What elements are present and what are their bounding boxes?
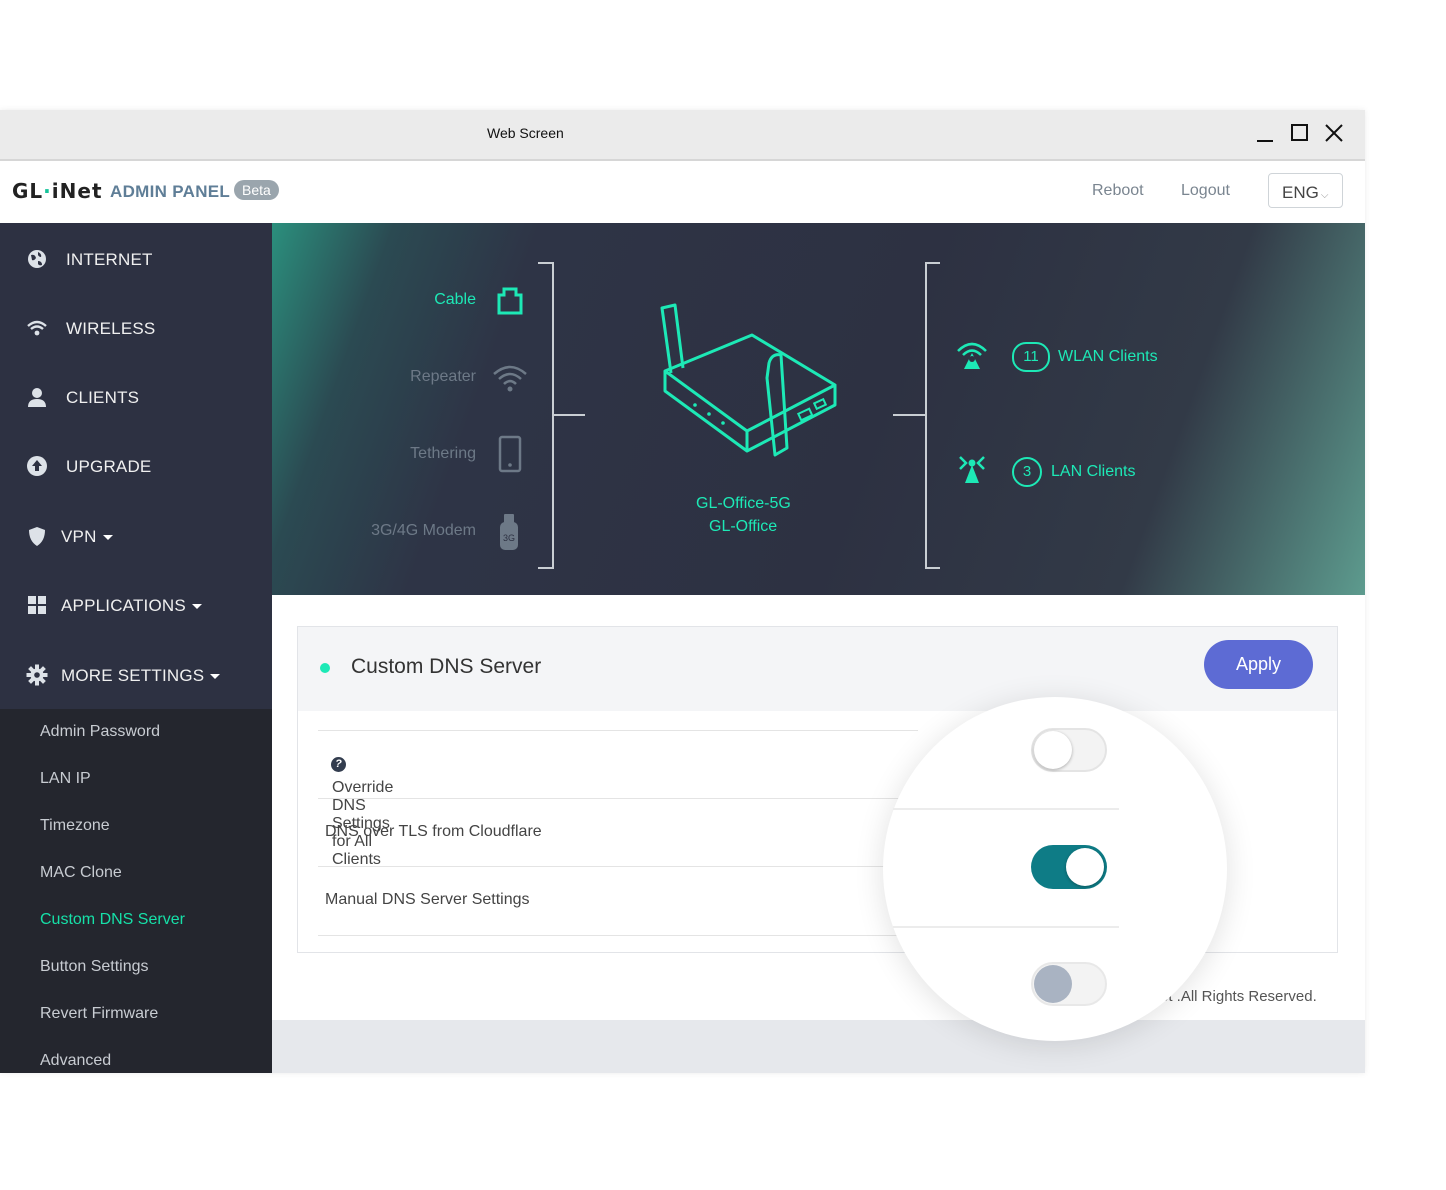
dns-over-tls-label: DNS over TLS from Cloudflare: [325, 823, 542, 840]
manual-dns-label: Manual DNS Server Settings: [325, 891, 530, 908]
wifi-icon[interactable]: [492, 363, 528, 393]
submenu-lan-ip[interactable]: LAN IP: [40, 770, 91, 788]
apply-button[interactable]: Apply: [1204, 640, 1313, 689]
user-icon: [28, 388, 46, 407]
more-settings-submenu: Admin Password LAN IP Timezone MAC Clone…: [0, 709, 272, 1073]
glinet-logo[interactable]: GL·iNet: [12, 179, 103, 203]
window-titlebar: Web Screen: [0, 110, 1365, 161]
sidebar-item-label: VPN: [61, 527, 113, 547]
sidebar-item-label: MORE SETTINGS: [61, 666, 221, 686]
toggle-knob: [1066, 848, 1104, 886]
wifi-icon: [27, 320, 47, 336]
svg-text:3G: 3G: [503, 533, 515, 543]
submenu-advanced[interactable]: Advanced: [40, 1052, 111, 1070]
minimize-icon[interactable]: [1254, 122, 1276, 144]
wlan-count-badge[interactable]: 11: [1012, 342, 1050, 372]
network-status-banner: Cable Repeater Tethering 3G/4G Modem 3G …: [272, 223, 1365, 595]
caret-down-icon: [210, 674, 221, 680]
sidebar-item-label: CLIENTS: [66, 388, 140, 407]
sidebar: INTERNET WIRELESS CLIENTS UPGRADE VPN AP…: [0, 223, 272, 1073]
language-select[interactable]: ENG ⌵: [1268, 173, 1343, 208]
source-repeater-label[interactable]: Repeater: [336, 368, 476, 386]
content-bottom-strip: [272, 1020, 1365, 1073]
sidebar-item-wireless[interactable]: WIRELESS: [0, 309, 272, 349]
override-dns-label: Override DNS Settings for All Clients?: [331, 757, 394, 868]
ethernet-port-icon[interactable]: [496, 286, 524, 316]
source-modem-label[interactable]: 3G/4G Modem: [336, 522, 476, 540]
sidebar-item-label: WIRELESS: [66, 319, 156, 338]
sidebar-item-more-settings[interactable]: MORE SETTINGS: [0, 656, 272, 696]
grid-icon: [28, 596, 46, 614]
usb-modem-icon[interactable]: 3G: [498, 513, 520, 551]
app-header: GL·iNet ADMIN PANEL Beta Reboot Logout E…: [0, 161, 1365, 224]
maximize-icon[interactable]: [1289, 122, 1311, 144]
submenu-button-settings[interactable]: Button Settings: [40, 958, 149, 976]
submenu-admin-password[interactable]: Admin Password: [40, 723, 160, 741]
dns-over-tls-toggle[interactable]: [1031, 845, 1107, 889]
language-value: ENG: [1282, 183, 1319, 202]
device-model: GL-Office-5G: [696, 495, 791, 512]
window-title: Web Screen: [487, 125, 564, 141]
help-icon[interactable]: ?: [331, 757, 346, 772]
lan-clients-label[interactable]: LAN Clients: [1051, 463, 1135, 481]
device-name: GL-Office: [709, 518, 778, 535]
gear-icon: [26, 664, 48, 686]
wlan-clients-label[interactable]: WLAN Clients: [1058, 348, 1158, 366]
source-tethering-label[interactable]: Tethering: [336, 445, 476, 463]
card-title: Custom DNS Server: [351, 655, 542, 678]
divider: [893, 808, 1119, 810]
caret-down-icon: [191, 604, 202, 610]
source-cable-label[interactable]: Cable: [336, 291, 476, 309]
sidebar-item-label: INTERNET: [66, 250, 153, 269]
submenu-revert-firmware[interactable]: Revert Firmware: [40, 1005, 158, 1023]
sidebar-item-label: UPGRADE: [66, 457, 152, 476]
toggle-magnifier: [883, 697, 1227, 1041]
reboot-link[interactable]: Reboot: [1092, 182, 1144, 200]
admin-panel-title: ADMIN PANEL: [110, 182, 231, 201]
sidebar-item-upgrade[interactable]: UPGRADE: [0, 447, 272, 487]
sidebar-item-label: APPLICATIONS: [61, 596, 202, 616]
submenu-timezone[interactable]: Timezone: [40, 817, 110, 835]
submenu-custom-dns-server[interactable]: Custom DNS Server: [40, 911, 185, 929]
sidebar-item-internet[interactable]: INTERNET: [0, 240, 272, 280]
router-illustration: [660, 303, 837, 457]
copyright-text: et .All Rights Reserved.: [1160, 988, 1317, 1005]
dns-over-tls-row: DNS over TLS from Cloudflare: [318, 798, 918, 867]
toggle-knob: [1034, 965, 1072, 1003]
submenu-mac-clone[interactable]: MAC Clone: [40, 864, 122, 882]
lan-count: 3: [1022, 463, 1032, 480]
sidebar-item-clients[interactable]: CLIENTS: [0, 378, 272, 418]
phone-icon[interactable]: [498, 435, 522, 473]
caret-down-icon: [102, 535, 113, 541]
upload-icon: [27, 456, 47, 476]
logo-dot: ·: [43, 179, 52, 203]
manual-dns-row: Manual DNS Server Settings: [318, 866, 918, 936]
logout-link[interactable]: Logout: [1181, 182, 1230, 200]
chevron-down-icon: ⌵: [1320, 190, 1329, 201]
globe-icon: [28, 250, 46, 268]
divider: [893, 926, 1119, 928]
toggle-knob: [1034, 731, 1072, 769]
override-dns-row: Override DNS Settings for All Clients?: [318, 730, 918, 868]
status-dot: [320, 663, 330, 673]
override-dns-toggle[interactable]: [1031, 728, 1107, 772]
shield-icon: [29, 527, 45, 546]
manual-dns-toggle[interactable]: [1031, 962, 1107, 1006]
wlan-router-icon[interactable]: [954, 339, 990, 371]
sidebar-item-vpn[interactable]: VPN: [0, 517, 272, 557]
sidebar-item-applications[interactable]: APPLICATIONS: [0, 586, 272, 626]
wlan-count: 11: [1023, 348, 1039, 365]
beta-badge: Beta: [234, 180, 279, 200]
close-icon[interactable]: [1323, 122, 1345, 144]
lan-count-badge[interactable]: 3: [1012, 457, 1042, 487]
lan-antenna-icon[interactable]: [955, 453, 989, 485]
card-header: Custom DNS Server Apply: [298, 627, 1337, 711]
